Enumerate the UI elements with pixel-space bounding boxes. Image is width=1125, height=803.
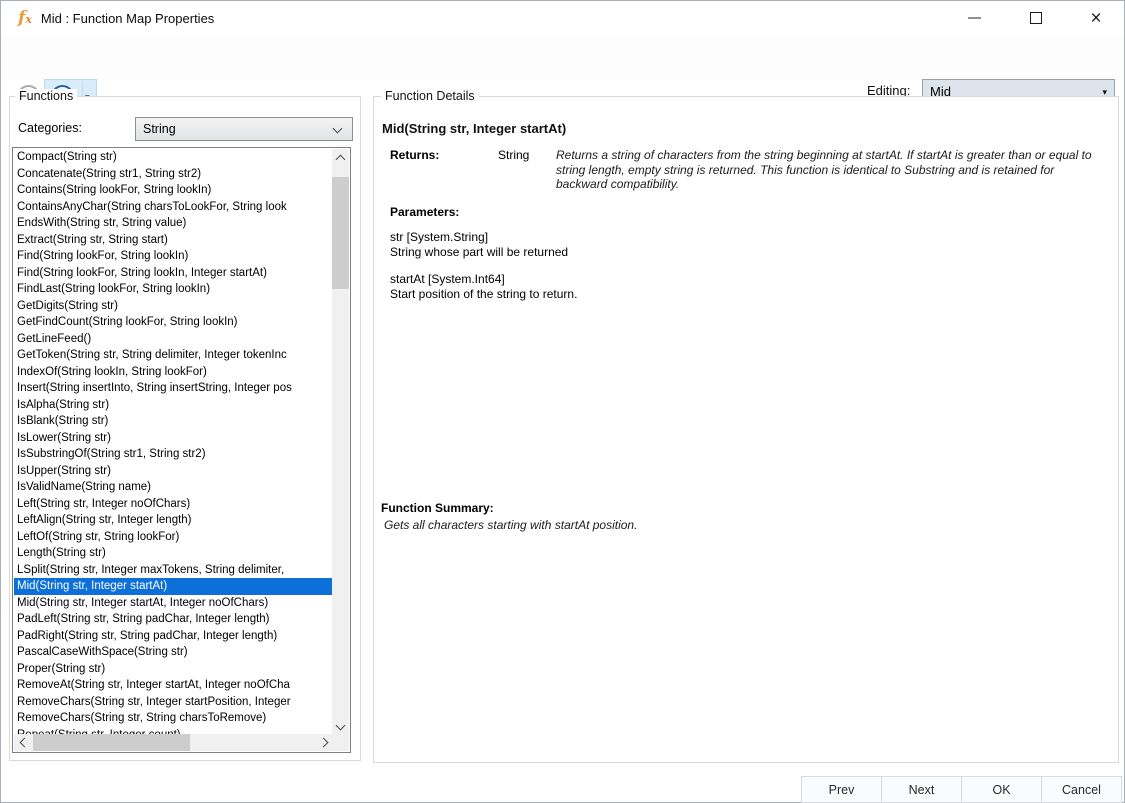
scrollbar-corner xyxy=(332,734,349,751)
list-item[interactable]: IsValidName(String name) xyxy=(14,479,333,496)
toolbar: ← → ▾ Editing: Mid ▾ xyxy=(1,35,1124,80)
list-item[interactable]: GetToken(String str, String delimiter, I… xyxy=(14,347,333,364)
list-item[interactable]: Extract(String str, String start) xyxy=(14,232,333,249)
list-item[interactable]: PadLeft(String str, String padChar, Inte… xyxy=(14,611,333,628)
list-item[interactable]: IsSubstringOf(String str1, String str2) xyxy=(14,446,333,463)
parameter: str [System.String]String whose part wil… xyxy=(390,230,577,259)
list-item[interactable]: IndexOf(String lookIn, String lookFor) xyxy=(14,364,333,381)
categories-combobox-value: String xyxy=(143,122,176,136)
list-item[interactable]: GetDigits(String str) xyxy=(14,298,333,315)
categories-combobox[interactable]: String xyxy=(135,117,353,141)
list-item[interactable]: RemoveChars(String str, String charsToRe… xyxy=(14,710,333,727)
list-item[interactable]: Mid(String str, Integer startAt, Integer… xyxy=(14,595,333,612)
function-details-groupbox-title: Function Details xyxy=(381,89,479,103)
cancel-button[interactable]: Cancel xyxy=(1041,776,1122,803)
list-item[interactable]: GetLineFeed() xyxy=(14,331,333,348)
list-item[interactable]: EndsWith(String str, String value) xyxy=(14,215,333,232)
scroll-right-button[interactable] xyxy=(316,734,333,751)
maximize-button[interactable] xyxy=(1021,5,1051,31)
scroll-left-button[interactable] xyxy=(14,734,31,751)
function-details-groupbox xyxy=(373,96,1119,763)
parameter: startAt [System.Int64]Start position of … xyxy=(390,272,577,301)
list-item[interactable]: Insert(String insertInto, String insertS… xyxy=(14,380,333,397)
list-item[interactable]: Compact(String str) xyxy=(14,149,333,166)
chevron-right-icon xyxy=(318,738,328,748)
list-item[interactable]: GetFindCount(String lookFor, String look… xyxy=(14,314,333,331)
list-item[interactable]: Concatenate(String str1, String str2) xyxy=(14,166,333,183)
function-summary-text: Gets all characters starting with startA… xyxy=(384,518,637,532)
window-title: Mid : Function Map Properties xyxy=(41,11,214,26)
list-item[interactable]: Find(String lookFor, String lookIn) xyxy=(14,248,333,265)
parameters-list: str [System.String]String whose part wil… xyxy=(390,230,577,314)
chevron-down-icon xyxy=(333,124,343,134)
title-bar: fx Mid : Function Map Properties xyxy=(1,1,1124,35)
parameter-description: String whose part will be returned xyxy=(390,245,577,260)
list-item[interactable]: RemoveAt(String str, Integer startAt, In… xyxy=(14,677,333,694)
list-item[interactable]: Length(String str) xyxy=(14,545,333,562)
prev-button[interactable]: Prev xyxy=(801,776,882,803)
list-item[interactable]: Mid(String str, Integer startAt) xyxy=(14,578,333,595)
list-item[interactable]: IsAlpha(String str) xyxy=(14,397,333,414)
footer-buttons: PrevNextOKCancel xyxy=(801,776,1122,803)
horizontal-scrollbar[interactable] xyxy=(14,734,333,751)
parameter-description: Start position of the string to return. xyxy=(390,287,577,302)
list-item[interactable]: LeftAlign(String str, Integer length) xyxy=(14,512,333,529)
list-item[interactable]: IsLower(String str) xyxy=(14,430,333,447)
ok-button[interactable]: OK xyxy=(961,776,1042,803)
list-item[interactable]: IsUpper(String str) xyxy=(14,463,333,480)
parameter-name: str [System.String] xyxy=(390,230,577,245)
next-button[interactable]: Next xyxy=(881,776,962,803)
returns-description: Returns a string of characters from the … xyxy=(556,148,1096,192)
list-item[interactable]: IsBlank(String str) xyxy=(14,413,333,430)
function-map-properties-dialog: fx Mid : Function Map Properties × ← → ▾… xyxy=(0,0,1125,803)
list-item[interactable]: PadRight(String str, String padChar, Int… xyxy=(14,628,333,645)
list-item[interactable]: Left(String str, Integer noOfChars) xyxy=(14,496,333,513)
returns-type: String xyxy=(498,148,529,162)
list-item[interactable]: Contains(String lookFor, String lookIn) xyxy=(14,182,333,199)
close-button[interactable]: × xyxy=(1081,5,1111,31)
fx-icon: fx xyxy=(18,10,32,27)
parameters-label: Parameters: xyxy=(390,205,459,219)
minimize-icon xyxy=(968,17,981,19)
list-item[interactable]: Proper(String str) xyxy=(14,661,333,678)
list-item[interactable]: ContainsAnyChar(String charsToLookFor, S… xyxy=(14,199,333,216)
horizontal-scrollbar-thumb[interactable] xyxy=(33,734,190,751)
chevron-left-icon xyxy=(19,738,29,748)
returns-label: Returns: xyxy=(390,148,439,162)
close-icon: × xyxy=(1090,9,1101,28)
chevron-down-icon xyxy=(336,720,346,730)
list-item[interactable]: FindLast(String lookFor, String lookIn) xyxy=(14,281,333,298)
maximize-icon xyxy=(1030,12,1042,24)
list-item[interactable]: RemoveChars(String str, Integer startPos… xyxy=(14,694,333,711)
vertical-scrollbar[interactable] xyxy=(332,149,349,735)
minimize-button[interactable] xyxy=(959,5,989,31)
list-item[interactable]: LSplit(String str, Integer maxTokens, St… xyxy=(14,562,333,579)
list-item[interactable]: LeftOf(String str, String lookFor) xyxy=(14,529,333,546)
parameter-name: startAt [System.Int64] xyxy=(390,272,577,287)
list-item[interactable]: PascalCaseWithSpace(String str) xyxy=(14,644,333,661)
function-listbox: Compact(String str)Concatenate(String st… xyxy=(12,147,351,753)
scroll-up-button[interactable] xyxy=(332,149,349,166)
scroll-down-button[interactable] xyxy=(332,718,349,735)
function-signature: Mid(String str, Integer startAt) xyxy=(382,121,566,136)
functions-groupbox-title: Functions xyxy=(15,89,77,103)
vertical-scrollbar-thumb[interactable] xyxy=(332,177,349,289)
categories-label: Categories: xyxy=(18,121,82,135)
function-summary-label: Function Summary: xyxy=(381,501,494,515)
list-item[interactable]: Find(String lookFor, String lookIn, Inte… xyxy=(14,265,333,282)
function-list: Compact(String str)Concatenate(String st… xyxy=(14,149,333,735)
chevron-up-icon xyxy=(336,154,346,164)
